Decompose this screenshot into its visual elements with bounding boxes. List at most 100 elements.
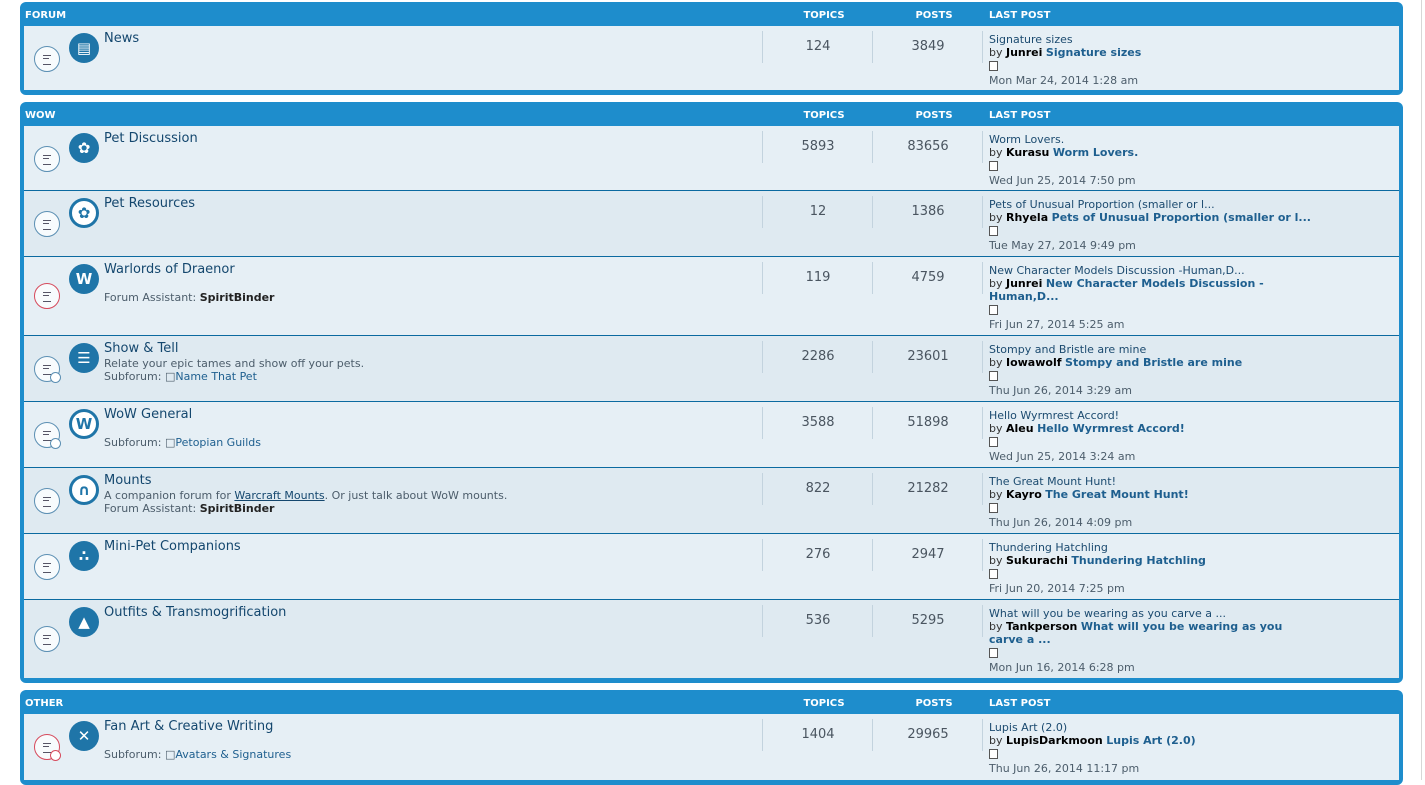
- last-post-author[interactable]: Aleu: [1006, 422, 1034, 435]
- last-post-author[interactable]: Iowawolf: [1006, 356, 1062, 369]
- category-title[interactable]: WOW: [25, 110, 56, 121]
- column-divider: [982, 605, 983, 637]
- forum-row-wow-general: W WoW General Subforum: □Petopian Guilds…: [24, 402, 1399, 468]
- column-divider: [982, 262, 983, 294]
- view-latest-post-icon[interactable]: [989, 569, 998, 579]
- last-post-header: LAST POST: [989, 110, 1051, 121]
- forum-title[interactable]: Fan Art & Creative Writing: [104, 719, 273, 734]
- forum-title[interactable]: Mounts: [104, 473, 152, 488]
- view-latest-post-icon[interactable]: [989, 61, 998, 71]
- last-post-title[interactable]: Lupis Art (2.0): [989, 721, 1339, 734]
- forum-title[interactable]: Show & Tell: [104, 341, 178, 356]
- column-divider: [762, 719, 763, 751]
- last-post-link[interactable]: Stompy and Bristle are mine: [1065, 356, 1242, 369]
- topics-count: 12: [809, 204, 827, 219]
- last-post-link[interactable]: Pets of Unusual Proportion (smaller or l…: [1052, 211, 1311, 224]
- view-latest-post-icon[interactable]: [989, 437, 998, 447]
- posts-header: POSTS: [915, 110, 953, 121]
- posts-header: POSTS: [915, 698, 953, 709]
- last-post-link[interactable]: The Great Mount Hunt!: [1045, 488, 1188, 501]
- column-divider: [762, 407, 763, 439]
- news-icon[interactable]: ▤: [69, 33, 99, 63]
- subforum-link[interactable]: Name That Pet: [175, 370, 257, 383]
- subforum-badge-icon: [50, 372, 61, 383]
- last-post-link[interactable]: Worm Lovers.: [1053, 146, 1138, 159]
- last-post-author[interactable]: Junrei: [1006, 277, 1042, 290]
- forum-title[interactable]: Pet Discussion: [104, 131, 198, 146]
- subforum-link[interactable]: Avatars & Signatures: [175, 748, 291, 761]
- forum-unread-icon: [34, 283, 60, 309]
- posts-count: 29965: [907, 727, 949, 742]
- forum-title[interactable]: Mini-Pet Companions: [104, 539, 241, 554]
- last-post-link[interactable]: Thundering Hatchling: [1071, 554, 1206, 567]
- column-divider: [982, 131, 983, 163]
- last-post-author[interactable]: Sukurachi: [1006, 554, 1068, 567]
- last-post-link[interactable]: Lupis Art (2.0): [1106, 734, 1195, 747]
- topics-header: TOPICS: [803, 698, 845, 709]
- forum-title[interactable]: Pet Resources: [104, 196, 195, 211]
- forum-title[interactable]: Outfits & Transmogrification: [104, 605, 286, 620]
- last-post-title[interactable]: New Character Models Discussion -Human,D…: [989, 264, 1339, 277]
- subforum-link[interactable]: Petopian Guilds: [175, 436, 261, 449]
- posts-count: 21282: [907, 481, 949, 496]
- last-post-author[interactable]: Rhyela: [1006, 211, 1048, 224]
- category-title[interactable]: OTHER: [25, 698, 63, 709]
- posts-count: 23601: [907, 349, 949, 364]
- last-post-author[interactable]: Junrei: [1006, 46, 1042, 59]
- last-post-title[interactable]: Thundering Hatchling: [989, 541, 1339, 554]
- last-post-title[interactable]: Worm Lovers.: [989, 133, 1339, 146]
- view-latest-post-icon[interactable]: [989, 305, 998, 315]
- view-latest-post-icon[interactable]: [989, 648, 998, 658]
- wow-logo-icon[interactable]: W: [69, 264, 99, 294]
- last-post: Stompy and Bristle are mine by Iowawolf …: [989, 343, 1339, 397]
- forum-title[interactable]: Warlords of Draenor: [104, 262, 235, 277]
- view-latest-post-icon[interactable]: [989, 749, 998, 759]
- column-divider: [982, 31, 983, 63]
- view-latest-post-icon[interactable]: [989, 226, 998, 236]
- forum-title[interactable]: WoW General: [104, 407, 192, 422]
- last-post-author[interactable]: Kayro: [1006, 488, 1042, 501]
- last-post-title[interactable]: Pets of Unusual Proportion (smaller or l…: [989, 198, 1339, 211]
- last-post-link[interactable]: Signature sizes: [1046, 46, 1141, 59]
- last-post-header: LAST POST: [989, 698, 1051, 709]
- last-post-title[interactable]: Hello Wyrmrest Accord!: [989, 409, 1339, 422]
- posts-count: 4759: [911, 270, 945, 285]
- assistant-name[interactable]: SpiritBinder: [200, 502, 275, 515]
- description-text: A companion forum for: [104, 489, 231, 502]
- view-latest-post-icon[interactable]: [989, 161, 998, 171]
- crossed-tools-icon[interactable]: ✕: [69, 721, 99, 751]
- view-latest-post-icon[interactable]: [989, 503, 998, 513]
- last-post-link[interactable]: Hello Wyrmrest Accord!: [1037, 422, 1185, 435]
- column-divider: [982, 196, 983, 228]
- assistant-name[interactable]: SpiritBinder: [200, 291, 275, 304]
- last-post-title[interactable]: What will you be wearing as you carve a …: [989, 607, 1339, 620]
- last-post-author[interactable]: Tankperson: [1006, 620, 1077, 633]
- last-post-title[interactable]: Stompy and Bristle are mine: [989, 343, 1339, 356]
- paw-icon[interactable]: ✿: [69, 133, 99, 163]
- column-divider: [982, 539, 983, 571]
- column-divider: [762, 131, 763, 163]
- horseshoe-icon[interactable]: ∩: [69, 475, 99, 505]
- last-post-title[interactable]: The Great Mount Hunt!: [989, 475, 1339, 488]
- book-icon[interactable]: ☰: [69, 343, 99, 373]
- shirt-icon[interactable]: ▲: [69, 607, 99, 637]
- view-latest-post-icon[interactable]: [989, 371, 998, 381]
- forum-description: A companion forum for Warcraft Mounts. O…: [104, 489, 507, 502]
- by-label: by: [989, 554, 1003, 567]
- paws-icon[interactable]: ∴: [69, 541, 99, 571]
- warcraft-mounts-link[interactable]: Warcraft Mounts: [234, 489, 324, 502]
- wow-logo-icon[interactable]: W: [69, 409, 99, 439]
- last-post-author[interactable]: Kurasu: [1006, 146, 1049, 159]
- category-title[interactable]: FORUM: [25, 10, 66, 21]
- posts-count: 51898: [907, 415, 949, 430]
- forum-read-icon: [34, 554, 60, 580]
- last-post-author[interactable]: LupisDarkmoon: [1006, 734, 1103, 747]
- column-divider: [872, 31, 873, 63]
- by-label: by: [989, 620, 1003, 633]
- column-divider: [982, 341, 983, 373]
- paw-icon[interactable]: ✿: [69, 198, 99, 228]
- last-post-title[interactable]: Signature sizes: [989, 33, 1339, 46]
- last-post-date: Mon Mar 24, 2014 1:28 am: [989, 74, 1139, 87]
- forum-title[interactable]: News: [104, 31, 139, 46]
- forum-row-mounts: ∩ Mounts A companion forum for Warcraft …: [24, 468, 1399, 534]
